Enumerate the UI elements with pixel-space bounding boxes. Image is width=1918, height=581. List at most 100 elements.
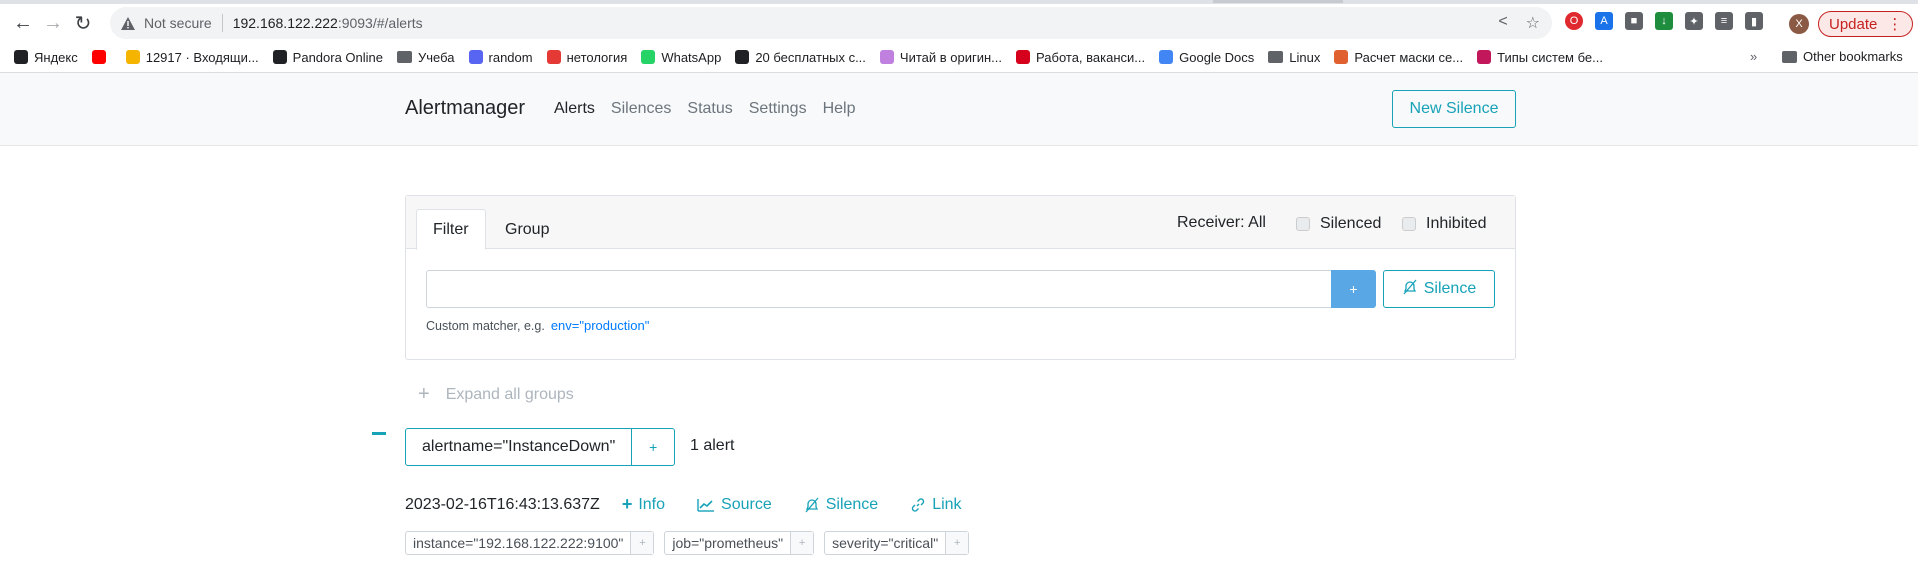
alert-count: 1 alert bbox=[690, 437, 735, 454]
bookmark-label: random bbox=[488, 49, 533, 65]
label-chip-text[interactable]: job="prometheus" bbox=[665, 532, 792, 554]
bookmark-item[interactable] bbox=[91, 50, 112, 64]
add-label-filter-button[interactable]: + bbox=[946, 532, 969, 554]
matcher-example[interactable]: env="production" bbox=[551, 318, 650, 333]
forward-icon[interactable]: → bbox=[38, 8, 68, 38]
media-icon[interactable]: ≡ bbox=[1715, 12, 1733, 30]
share-icon[interactable]: < bbox=[1498, 13, 1507, 33]
bookmark-label: Pandora Online bbox=[292, 49, 384, 65]
security-status[interactable]: Not secure bbox=[144, 15, 212, 31]
translate-extension-icon[interactable]: A bbox=[1595, 12, 1613, 30]
bookmark-item[interactable]: Учеба bbox=[397, 50, 455, 65]
profile-avatar[interactable]: X bbox=[1789, 14, 1809, 34]
youtube-icon bbox=[91, 50, 106, 64]
other-bookmarks[interactable]: Other bookmarks bbox=[1782, 49, 1903, 64]
bookmark-label: 12917 · Входящи... bbox=[145, 49, 259, 65]
download-icon[interactable]: ↓ bbox=[1655, 12, 1673, 30]
add-label-filter-button[interactable]: + bbox=[631, 532, 654, 554]
bookmark-label: Учеба bbox=[418, 49, 455, 65]
sidebar-icon[interactable]: ▮ bbox=[1745, 12, 1763, 30]
nav-alerts[interactable]: Alerts bbox=[554, 100, 595, 118]
brand-title[interactable]: Alertmanager bbox=[405, 97, 525, 120]
label-chip: severity="critical" + bbox=[824, 531, 970, 555]
whatsapp-icon bbox=[641, 50, 656, 64]
link-button[interactable]: Link bbox=[910, 496, 962, 514]
bookmark-item[interactable]: WhatsApp bbox=[641, 50, 721, 65]
bookmark-label: Расчет маски се... bbox=[1354, 49, 1464, 65]
expand-all-groups-button[interactable]: + Expand all groups bbox=[418, 383, 574, 406]
silence-filter-button[interactable]: Silence bbox=[1383, 270, 1495, 308]
bookmark-item[interactable]: 12917 · Входящи... bbox=[125, 49, 259, 65]
bookmark-item[interactable]: Pandora Online bbox=[272, 49, 384, 65]
kebab-menu-icon[interactable]: ⋮ bbox=[1887, 15, 1902, 33]
silence-alert-button[interactable]: Silence bbox=[804, 496, 878, 514]
nav-help[interactable]: Help bbox=[823, 100, 856, 118]
folder-icon bbox=[1268, 51, 1284, 63]
bookmark-item[interactable]: Типы систем бе... bbox=[1477, 50, 1603, 65]
bookmark-label: Google Docs bbox=[1179, 49, 1255, 65]
more-bookmarks-icon[interactable]: » bbox=[1750, 49, 1757, 64]
yandex-icon bbox=[14, 50, 28, 64]
plus-icon: + bbox=[418, 383, 430, 405]
tab-filter[interactable]: Filter bbox=[416, 209, 486, 250]
warning-icon bbox=[120, 15, 136, 31]
group-label-text[interactable]: alertname="InstanceDown" bbox=[406, 429, 633, 465]
group-label: alertname="InstanceDown" + bbox=[405, 428, 676, 466]
bookmark-item[interactable]: random bbox=[468, 49, 533, 65]
nav-settings[interactable]: Settings bbox=[749, 100, 807, 118]
docs-icon bbox=[1159, 50, 1174, 64]
browser-toolbar: ← → ↻ Not secure 192.168.122.222:9093/#/… bbox=[0, 4, 1918, 42]
label-chip: instance="192.168.122.222:9100" + bbox=[405, 531, 655, 555]
receiver-select[interactable]: Receiver: All bbox=[1177, 214, 1266, 232]
bookmark-star-icon[interactable]: ☆ bbox=[1526, 13, 1540, 33]
bookmark-item[interactable]: нетология bbox=[546, 49, 628, 65]
silenced-checkbox[interactable]: Silenced bbox=[1296, 215, 1381, 233]
bookmark-label: WhatsApp bbox=[661, 49, 722, 65]
calc-icon bbox=[1334, 50, 1349, 64]
grid-icon bbox=[879, 50, 894, 64]
inhibited-checkbox[interactable]: Inhibited bbox=[1402, 215, 1487, 233]
label-chip-text[interactable]: severity="critical" bbox=[825, 532, 947, 554]
globe-icon bbox=[735, 50, 750, 64]
bookmark-item[interactable]: Расчет маски се... bbox=[1334, 50, 1463, 65]
alert-row: 2023-02-16T16:43:13.637Z + Info Source Si… bbox=[405, 494, 994, 515]
bookmark-item[interactable]: Читай в оригин... bbox=[879, 50, 1002, 65]
label-chip-text[interactable]: instance="192.168.122.222:9100" bbox=[406, 532, 632, 554]
bookmark-item[interactable]: Google Docs bbox=[1159, 50, 1254, 65]
bookmarks-bar: Яндекс 12917 · Входящи... Pandora Online Уч… bbox=[0, 42, 1918, 73]
tab-group[interactable]: Group bbox=[489, 209, 565, 250]
bookmark-label: Яндекс bbox=[34, 49, 78, 65]
add-matcher-button[interactable]: + bbox=[1331, 270, 1376, 308]
add-group-filter-button[interactable]: + bbox=[632, 429, 674, 465]
bookmark-item[interactable]: Работа, ваканси... bbox=[1016, 50, 1145, 65]
opera-icon[interactable]: O bbox=[1565, 12, 1583, 30]
alert-timestamp: 2023-02-16T16:43:13.637Z bbox=[405, 495, 600, 513]
filter-card: Filter Group Receiver: All Silenced Inhi… bbox=[405, 195, 1516, 360]
folder-icon bbox=[397, 51, 413, 63]
puzzle-icon[interactable]: ✦ bbox=[1685, 12, 1703, 30]
alert-labels: instance="192.168.122.222:9100" + job="pr… bbox=[405, 531, 970, 555]
bookmark-item[interactable]: Linux bbox=[1268, 50, 1320, 65]
collapse-group-icon[interactable] bbox=[372, 432, 386, 435]
nav-silences[interactable]: Silences bbox=[611, 100, 671, 118]
source-button[interactable]: Source bbox=[697, 496, 772, 514]
update-button[interactable]: Update ⋮ bbox=[1818, 11, 1914, 37]
matcher-input[interactable] bbox=[426, 270, 1332, 308]
extension-icon[interactable]: ■ bbox=[1625, 12, 1643, 30]
bookmark-item[interactable]: 20 бесплатных с... bbox=[735, 50, 866, 65]
bookmark-label: Работа, ваканси... bbox=[1036, 49, 1146, 65]
discord-icon bbox=[468, 50, 483, 64]
bell-slash-icon bbox=[1402, 279, 1418, 300]
new-silence-button[interactable]: New Silence bbox=[1392, 90, 1516, 128]
bookmark-label: нетология bbox=[566, 49, 628, 65]
bookmark-item[interactable]: Яндекс bbox=[14, 50, 78, 65]
info-button[interactable]: + Info bbox=[622, 494, 665, 515]
bell-slash-icon bbox=[805, 497, 819, 512]
nav-status[interactable]: Status bbox=[687, 100, 732, 118]
back-icon[interactable]: ← bbox=[8, 8, 38, 38]
netology-icon bbox=[546, 50, 561, 64]
mail-icon bbox=[125, 50, 140, 64]
address-bar[interactable]: Not secure 192.168.122.222:9093/#/alerts… bbox=[110, 7, 1552, 39]
reload-icon[interactable]: ↻ bbox=[68, 8, 98, 38]
add-label-filter-button[interactable]: + bbox=[791, 532, 814, 554]
